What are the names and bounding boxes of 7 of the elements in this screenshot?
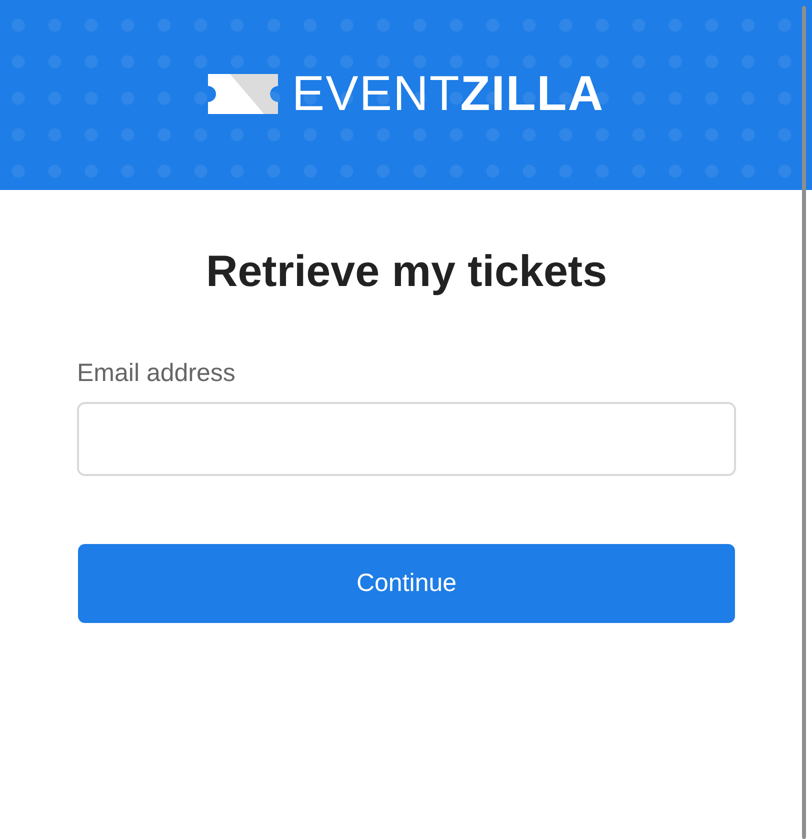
ticket-icon	[208, 74, 278, 114]
email-field[interactable]	[77, 402, 736, 476]
page-title: Retrieve my tickets	[204, 248, 608, 296]
field-label: Email address	[77, 358, 236, 388]
continue-button[interactable]: Continue	[78, 544, 735, 624]
scrollbar[interactable]	[802, 6, 806, 839]
logo-text: EVENTZILLA	[292, 70, 604, 118]
